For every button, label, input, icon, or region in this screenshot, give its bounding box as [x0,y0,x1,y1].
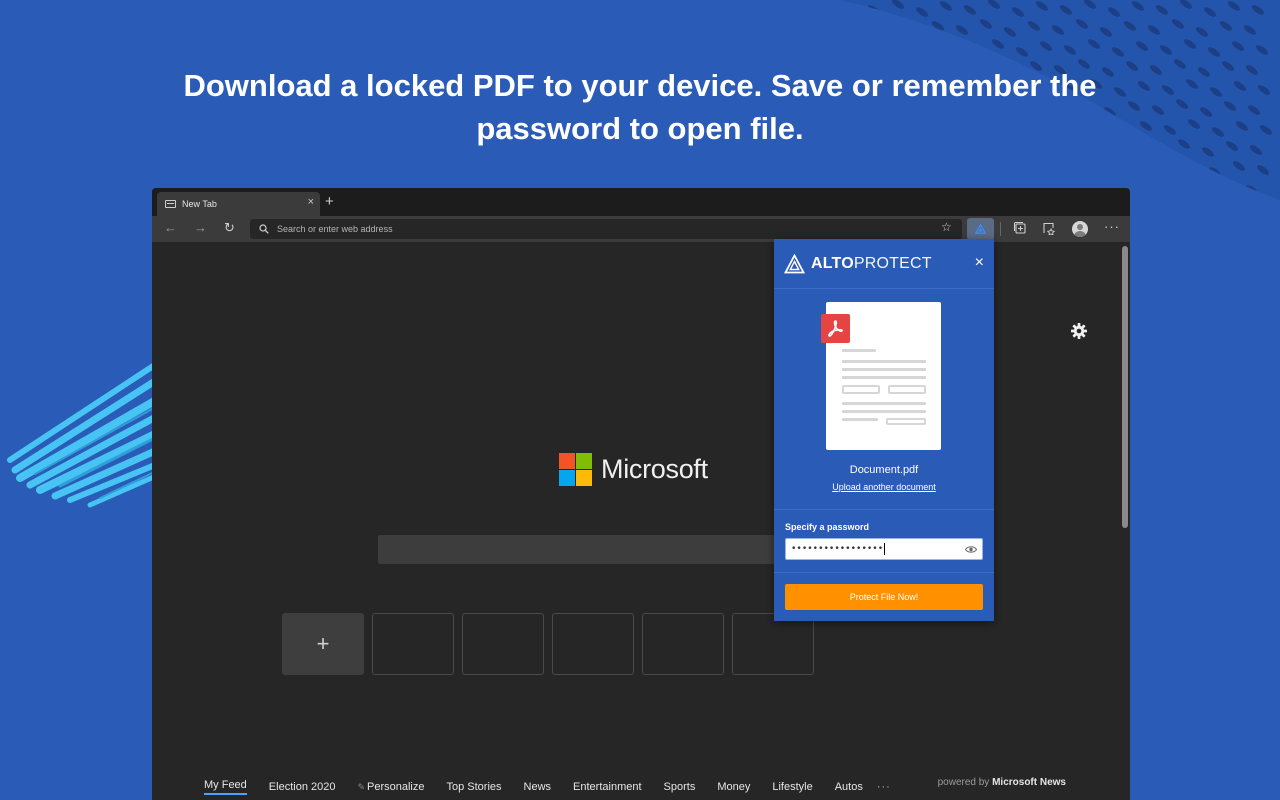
document-lines [842,349,926,433]
favorites-collection-icon[interactable] [1042,221,1056,235]
powered-by-prefix: powered by [937,777,990,788]
tab-close-icon[interactable]: × [308,196,314,208]
microsoft-logo-icon [559,453,592,486]
tab-title: New Tab [182,199,217,209]
feed-tab-lifestyle[interactable]: Lifestyle [772,781,812,793]
pencil-icon: ✎ [357,782,366,792]
powered-by-brand: Microsoft News [992,777,1066,788]
powered-by-label: powered by Microsoft News [938,777,1066,788]
new-tab-button[interactable]: + [325,194,334,209]
quick-link-tile[interactable] [642,613,724,675]
address-bar[interactable]: Search or enter web address [250,219,962,239]
popup-brand-light: PROTECT [853,254,932,272]
tab-new-tab[interactable]: New Tab × [157,192,320,216]
tab-strip: New Tab × + [152,188,1130,216]
feed-tab-my-feed[interactable]: My Feed [204,779,247,795]
collections-icon[interactable] [1013,221,1027,235]
altoprotect-logo-icon [975,224,986,234]
feed-tab-autos[interactable]: Autos [835,781,863,793]
headline-line-1: Download a locked PDF to your device. Sa… [183,68,1097,103]
show-password-eye-icon[interactable] [965,545,977,554]
quick-link-tile[interactable] [552,613,634,675]
page-icon [165,200,176,208]
profile-avatar[interactable] [1072,221,1088,237]
forward-arrow-icon[interactable]: → [194,220,207,235]
microsoft-logo: Microsoft [559,453,708,486]
document-name: Document.pdf [849,464,919,476]
page-scrollbar[interactable] [1122,246,1128,528]
refresh-icon[interactable]: ↻ [224,220,235,236]
quick-link-tile[interactable] [372,613,454,675]
password-label: Specify a password [785,522,870,532]
quick-link-tile[interactable] [732,613,814,675]
popup-divider [774,572,994,573]
toolbar-divider [1000,222,1001,236]
address-placeholder: Search or enter web address [277,224,393,234]
feed-tab-personalize-label: Personalize [367,781,425,793]
feed-tab-personalize[interactable]: ✎ Personalize [357,781,424,793]
favorite-star-icon[interactable]: ☆ [941,220,952,234]
headline: Download a locked PDF to your device. Sa… [140,64,1140,150]
feed-tab-money[interactable]: Money [717,781,750,793]
microsoft-wordmark: Microsoft [601,454,708,484]
add-quick-link-button[interactable]: + [282,613,364,675]
close-icon[interactable]: × [975,254,984,272]
web-search-box[interactable] [378,535,778,564]
altoprotect-popup: ALTOPROTECT × Document.pdf Upload anothe… [774,239,994,621]
password-field[interactable]: ••••••••••••••••• [785,538,983,560]
password-value: ••••••••••••••••• [791,544,884,554]
protect-file-now-button[interactable]: Protect File Now! [785,584,983,610]
upload-another-document-link[interactable]: Upload another document [774,482,994,492]
back-arrow-icon[interactable]: ← [164,220,177,235]
more-options-icon[interactable]: ··· [1104,219,1120,234]
altoprotect-logo-icon [784,253,805,273]
pdf-icon [821,314,850,343]
gear-icon[interactable] [1070,322,1088,340]
quick-link-tile[interactable] [462,613,544,675]
feed-tab-sports[interactable]: Sports [664,781,696,793]
popup-brand: ALTOPROTECT [811,255,932,273]
feed-tab-election-2020[interactable]: Election 2020 [269,781,336,793]
headline-line-2: password to open file. [476,111,804,146]
popup-header: ALTOPROTECT × [774,239,994,289]
popup-brand-bold: ALTO [811,254,854,272]
feed-tab-top-stories[interactable]: Top Stories [447,781,502,793]
feed-more-icon[interactable]: ··· [877,781,891,793]
feed-tab-entertainment[interactable]: Entertainment [573,781,641,793]
search-icon [259,224,269,234]
quick-links: + [282,613,814,675]
altoprotect-extension-button[interactable] [967,218,994,240]
text-caret [884,543,886,555]
popup-divider [774,509,994,510]
feed-tab-news[interactable]: News [524,781,552,793]
